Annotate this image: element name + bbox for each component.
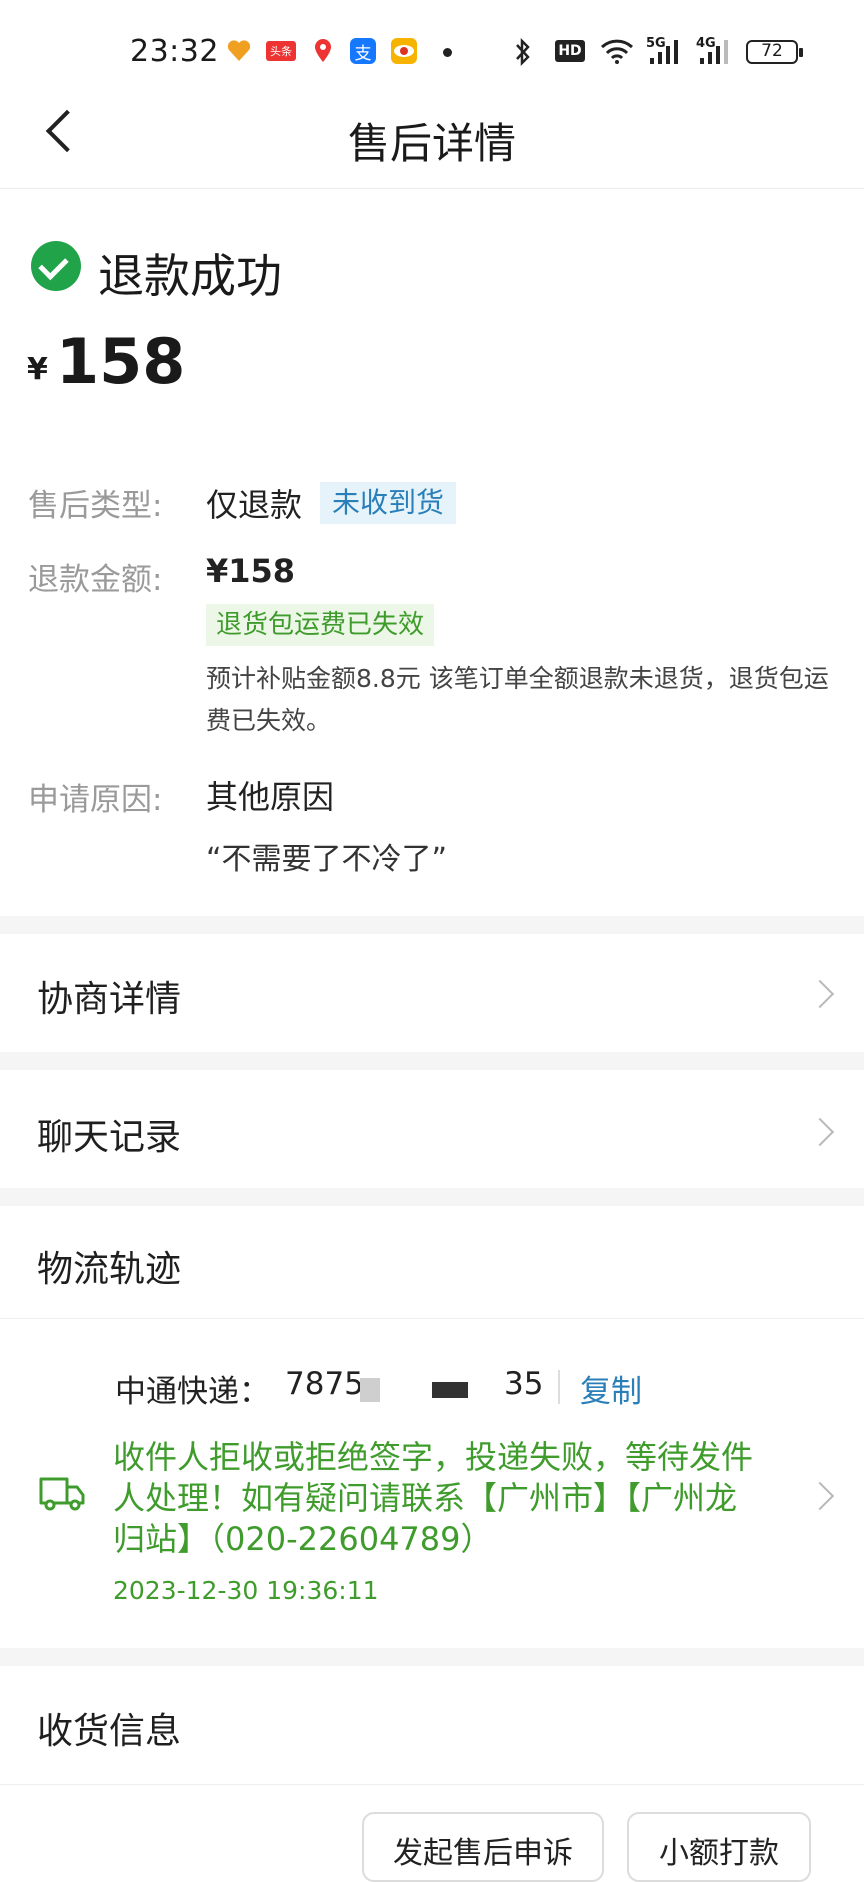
refund-amount-label: 退款金额: xyxy=(28,562,163,598)
refund-amount-value: ¥158 xyxy=(206,552,296,590)
chevron-right-icon xyxy=(805,979,835,1009)
chat-records-row[interactable]: 聊天记录 xyxy=(0,1070,864,1186)
receiving-info-title: 收货信息 xyxy=(37,1711,182,1752)
copy-separator xyxy=(558,1370,560,1404)
status-time: 23:32 xyxy=(130,34,219,69)
heart-app-icon xyxy=(226,38,252,64)
tracking-number-end: 35 xyxy=(504,1366,544,1402)
battery-icon: 72 xyxy=(746,40,803,64)
notification-dot-icon xyxy=(443,48,452,57)
receiving-divider xyxy=(0,1784,864,1785)
chat-records-label: 聊天记录 xyxy=(37,1117,182,1158)
header-divider xyxy=(0,188,864,189)
small-payment-button[interactable]: 小额打款 xyxy=(627,1812,811,1882)
hd-icon: HD xyxy=(555,40,585,62)
reason-quote: “不需要了不冷了” xyxy=(206,842,448,877)
section-gap xyxy=(0,1648,864,1666)
success-check-icon xyxy=(31,241,81,291)
courier-name: 中通快递： xyxy=(115,1374,270,1410)
negotiation-details-row[interactable]: 协商详情 xyxy=(0,934,864,1050)
alipay-icon: 支 xyxy=(350,38,376,64)
redaction-mark xyxy=(432,1382,468,1398)
refund-amount: 158 xyxy=(56,325,186,398)
logistics-title: 物流轨迹 xyxy=(37,1249,182,1290)
aftersale-type-label: 售后类型: xyxy=(28,488,163,524)
negotiation-details-label: 协商详情 xyxy=(37,979,182,1020)
logistics-time: 2023-12-30 19:36:11 xyxy=(113,1576,379,1605)
aftersale-type-value: 仅退款 xyxy=(206,486,303,524)
chevron-right-icon xyxy=(805,1481,835,1511)
bluetooth-icon xyxy=(512,37,534,71)
tracking-number-start: 7875 xyxy=(285,1366,364,1402)
redaction-mark xyxy=(360,1378,380,1402)
section-gap xyxy=(0,1052,864,1070)
shipping-insurance-tag: 退货包运费已失效 xyxy=(206,604,435,646)
toutiao-icon: 头条 xyxy=(266,41,296,61)
currency-symbol: ¥ xyxy=(27,352,48,387)
appeal-button[interactable]: 发起售后申诉 xyxy=(362,1812,604,1882)
page-title: 售后详情 xyxy=(347,119,516,168)
subsidy-note: 预计补贴金额8.8元 该笔订单全额退款未退货，退货包运费已失效。 xyxy=(206,664,829,735)
refund-status: 退款成功 xyxy=(98,249,282,303)
location-icon xyxy=(310,38,336,64)
wifi-icon xyxy=(600,38,634,68)
logistics-divider xyxy=(0,1318,864,1319)
section-gap xyxy=(0,916,864,934)
reason-value: 其他原因 xyxy=(206,778,335,816)
reason-label: 申请原因: xyxy=(28,782,163,818)
copy-button[interactable]: 复制 xyxy=(580,1366,642,1411)
not-received-tag: 未收到货 xyxy=(320,482,457,524)
eye-app-icon xyxy=(391,38,417,64)
logistics-message: 收件人拒收或拒绝签字，投递失败，等待发件人处理！如有疑问请联系【广州市】【广州龙… xyxy=(113,1438,754,1558)
section-gap xyxy=(0,1188,864,1206)
chevron-right-icon xyxy=(805,1117,835,1147)
truck-icon xyxy=(38,1473,86,1519)
